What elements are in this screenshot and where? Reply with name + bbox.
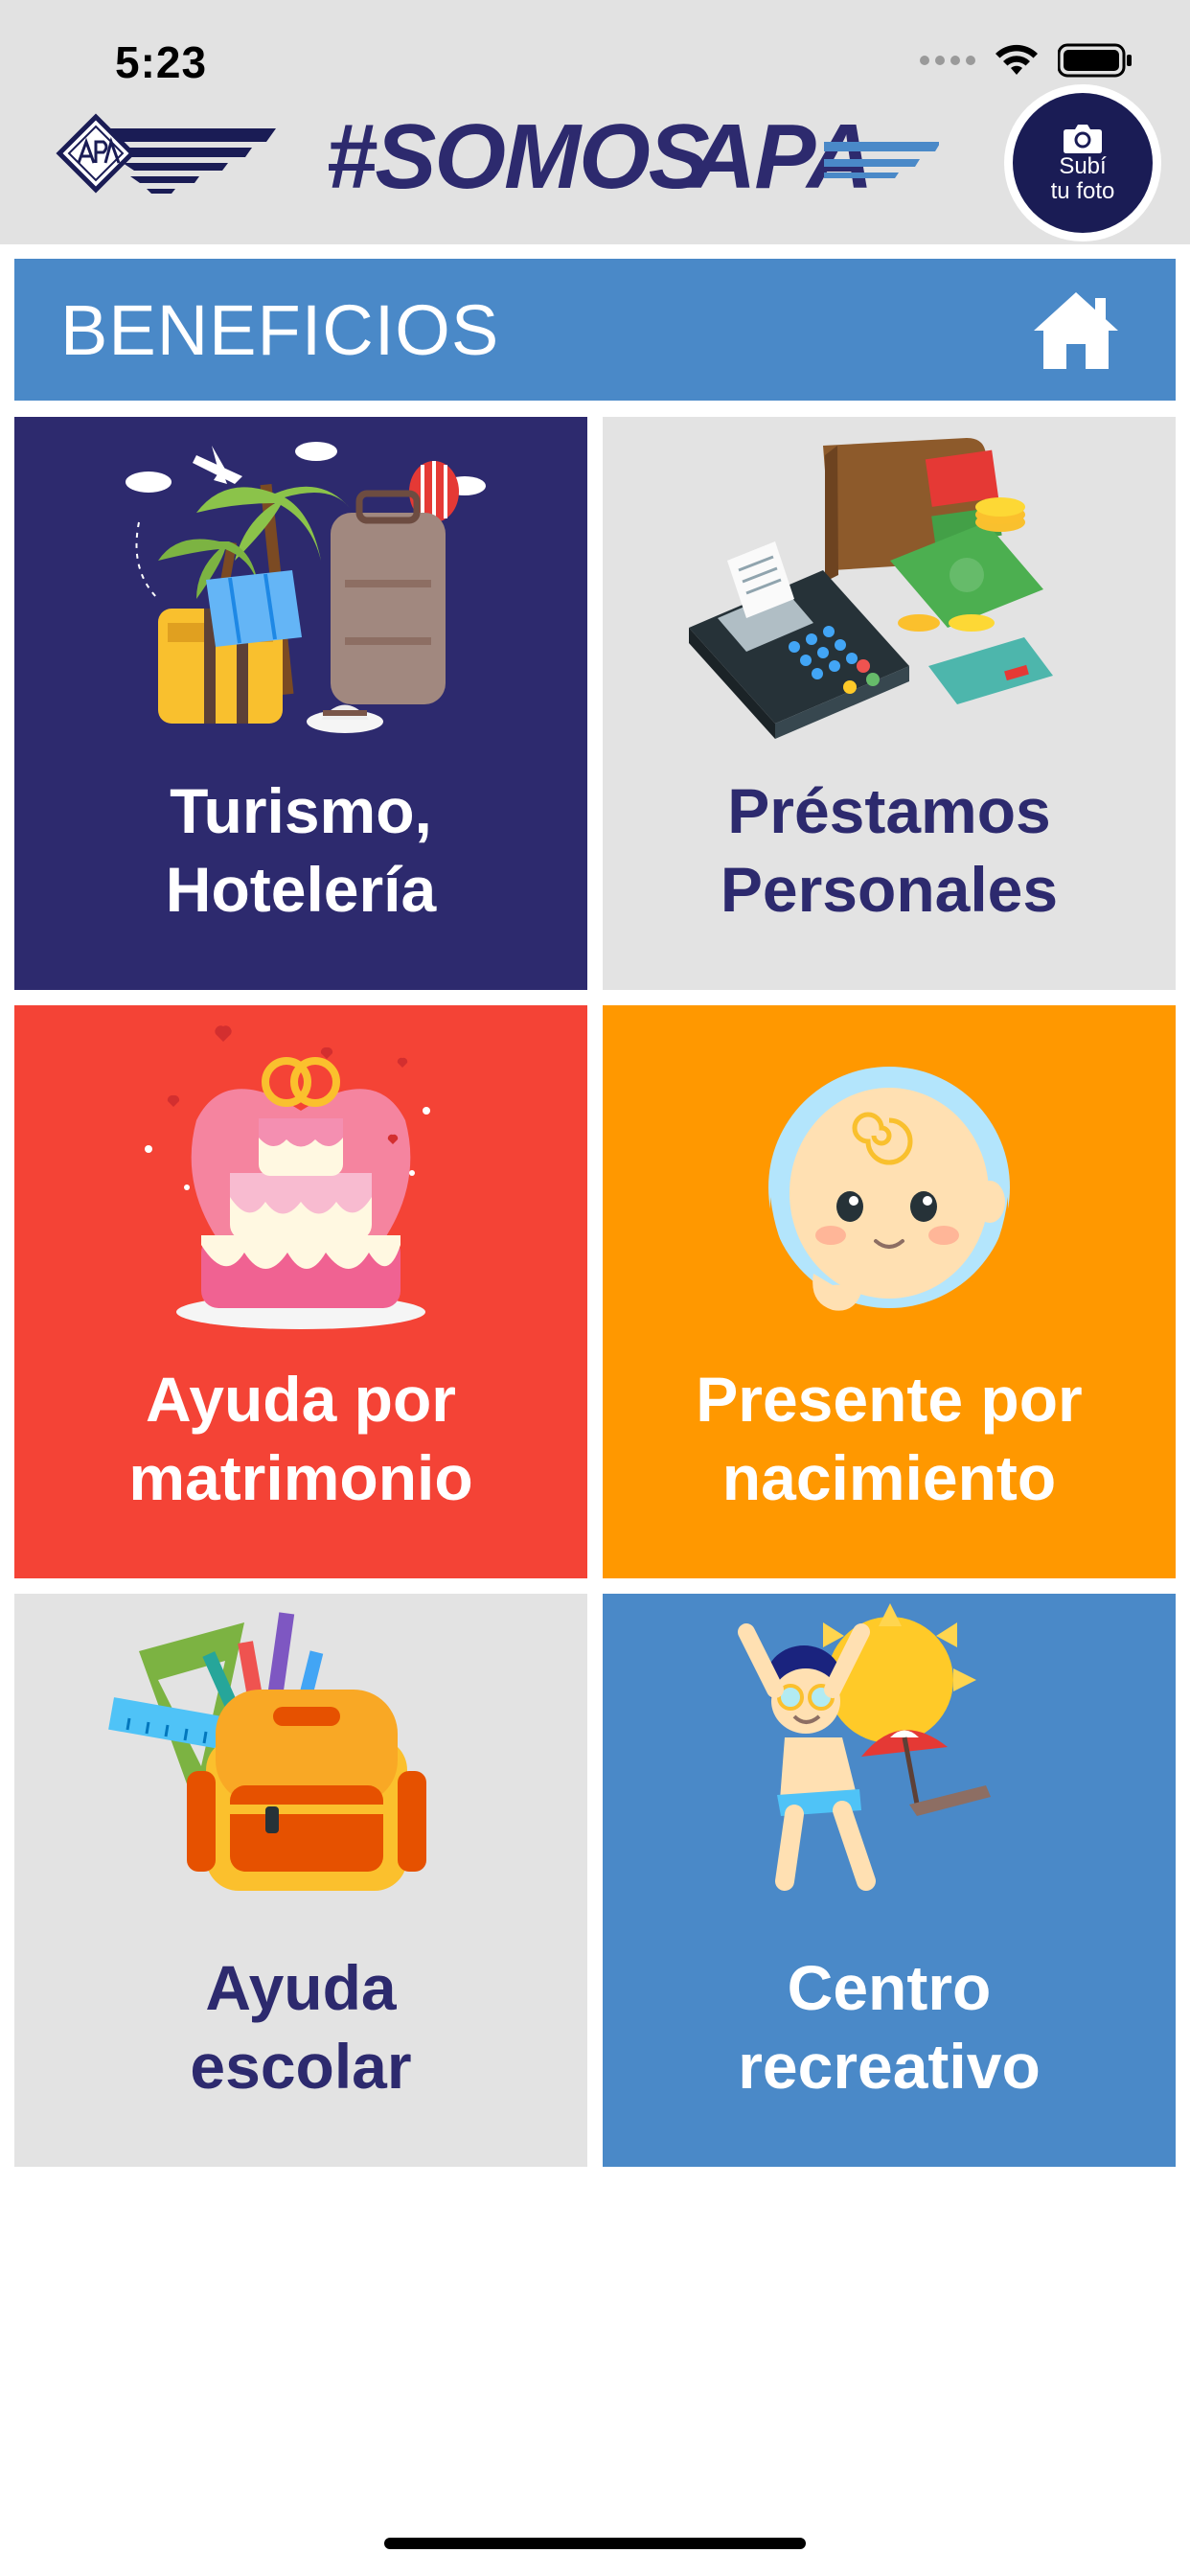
tile-label-line1: Presente por	[696, 1364, 1083, 1435]
tile-label-line2: recreativo	[738, 2031, 1041, 2102]
app-header: 5:23 #SOMOS APA Subí tu foto	[0, 0, 1190, 244]
tile-label: Ayuda escolar	[14, 1948, 587, 2105]
tile-nacimiento[interactable]: Presente por nacimiento	[603, 1005, 1176, 1578]
tile-label: Turismo, Hotelería	[14, 771, 587, 929]
wedding-cake-illustration	[145, 1025, 430, 1329]
tile-label: Presente por nacimiento	[603, 1360, 1176, 1517]
camera-icon	[1064, 125, 1102, 153]
tile-label-line2: nacimiento	[721, 1442, 1057, 1513]
tile-turismo[interactable]: Turismo, Hotelería	[14, 417, 587, 990]
travel-illustration	[126, 442, 486, 733]
section-header: BENEFICIOS	[14, 259, 1176, 401]
money-illustration	[689, 438, 1053, 739]
baby-illustration	[768, 1067, 1010, 1322]
signal-icon	[920, 56, 975, 65]
tile-label-line1: Ayuda	[205, 1952, 397, 2023]
tile-prestamos[interactable]: Préstamos Personales	[603, 417, 1176, 990]
tile-label: Ayuda por matrimonio	[14, 1360, 587, 1517]
wifi-icon	[995, 44, 1038, 75]
svg-text:#SOMOS: #SOMOS	[326, 113, 710, 199]
tile-label-line2: Hotelería	[165, 854, 437, 925]
tile-label-line1: Centro	[787, 1952, 992, 2023]
tile-label-line2: escolar	[190, 2031, 412, 2102]
tile-recreativo[interactable]: Centro recreativo	[603, 1594, 1176, 2167]
tile-label-line2: matrimonio	[128, 1442, 473, 1513]
upload-photo-line1: Subí	[1059, 153, 1107, 179]
section-title: BENEFICIOS	[60, 289, 500, 370]
tile-label-line2: Personales	[720, 854, 1059, 925]
school-backpack-illustration	[108, 1612, 426, 1891]
tile-label: Préstamos Personales	[603, 771, 1176, 929]
upload-photo-button[interactable]: Subí tu foto	[1004, 84, 1161, 242]
battery-icon	[1058, 43, 1132, 78]
tile-label-line1: Ayuda por	[146, 1364, 456, 1435]
upload-photo-line2: tu foto	[1050, 178, 1115, 204]
svg-text:APA: APA	[688, 113, 872, 199]
somos-apa-logo: #SOMOS APA	[326, 113, 939, 199]
tile-escolar[interactable]: Ayuda escolar	[14, 1594, 587, 2167]
apa-logo	[56, 113, 276, 194]
tile-label-line1: Turismo,	[170, 775, 432, 846]
home-icon[interactable]	[1028, 287, 1124, 373]
benefits-grid: Turismo, Hotelería Préstamos Personales …	[14, 417, 1176, 2167]
tile-label-line1: Préstamos	[727, 775, 1051, 846]
recreation-illustration	[738, 1603, 991, 1891]
status-icons	[920, 42, 1133, 79]
status-time: 5:23	[115, 37, 208, 87]
tile-label: Centro recreativo	[603, 1948, 1176, 2105]
home-indicator[interactable]	[384, 2538, 806, 2549]
tile-matrimonio[interactable]: Ayuda por matrimonio	[14, 1005, 587, 1578]
